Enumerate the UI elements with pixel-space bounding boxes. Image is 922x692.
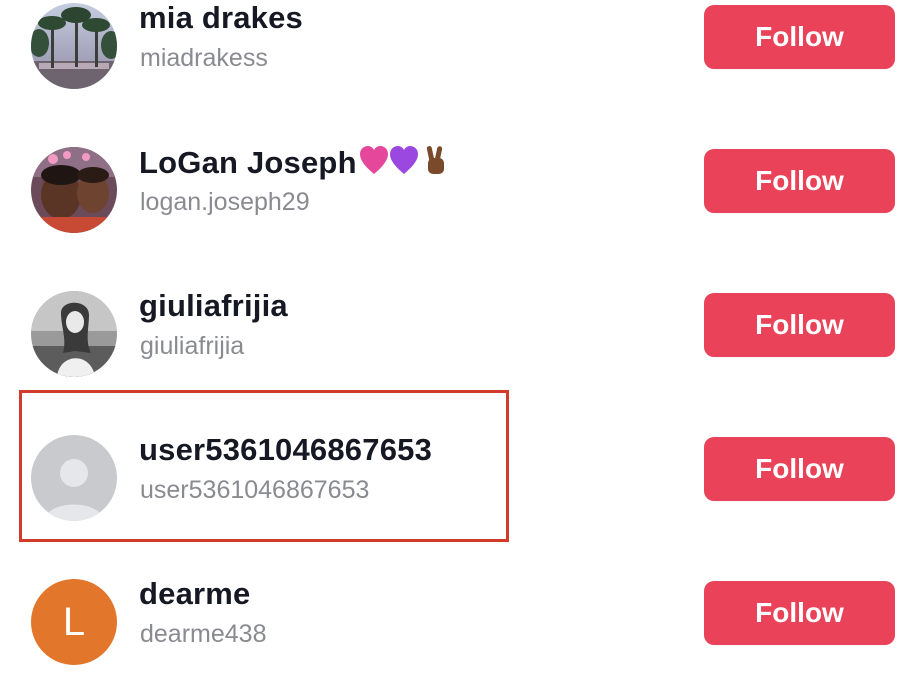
user-list: mia drakes miadrakess Follow LoGan Josep… [0,0,922,692]
list-item[interactable]: giuliafrijia giuliafrijia Follow [0,284,922,384]
user-handle: user5361046867653 [140,476,370,504]
avatar-letter: L [62,600,86,644]
follow-button[interactable]: Follow [704,437,895,501]
avatar[interactable] [31,291,117,377]
follow-button[interactable]: Follow [704,581,895,645]
follow-button[interactable]: Follow [704,293,895,357]
user-display-name[interactable]: user5361046867653 [139,432,432,468]
default-avatar-icon[interactable] [31,435,117,521]
user-handle: miadrakess [140,44,268,72]
avatar[interactable] [31,3,117,89]
user-handle: giuliafrijia [140,332,245,360]
letter-avatar[interactable]: L [31,579,117,665]
list-item[interactable]: L dearme dearme438 Follow [0,572,922,672]
list-item[interactable]: user5361046867653 user5361046867653 Foll… [0,428,922,528]
list-item[interactable]: LoGan Joseph logan.joseph29 Follow [0,140,922,240]
user-display-name[interactable]: mia drakes [139,0,303,36]
avatar[interactable] [31,147,117,233]
follow-button[interactable]: Follow [704,149,895,213]
user-display-name[interactable]: LoGan Joseph [139,144,450,186]
heart-emoji-icons [358,144,450,186]
user-display-name[interactable]: giuliafrijia [139,288,288,324]
user-handle: logan.joseph29 [140,188,310,216]
follow-button[interactable]: Follow [704,5,895,69]
user-handle: dearme438 [140,620,267,648]
list-item[interactable]: mia drakes miadrakess Follow [0,0,922,96]
user-display-name[interactable]: dearme [139,576,251,612]
